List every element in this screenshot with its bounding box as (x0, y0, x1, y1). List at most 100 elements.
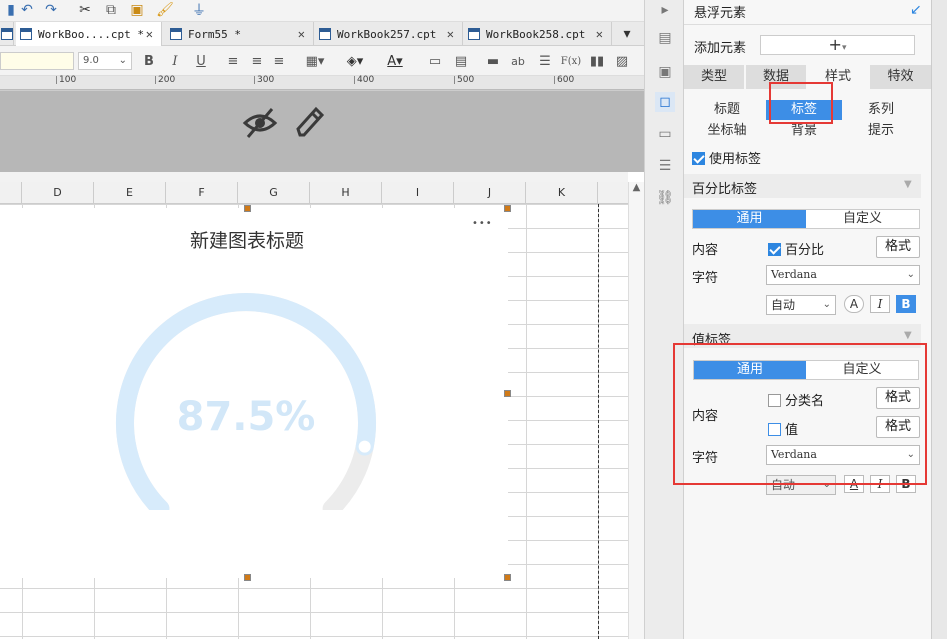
column-header-cell[interactable]: F (166, 182, 238, 204)
split-cells-icon[interactable]: ▤ (452, 52, 470, 70)
paste-icon[interactable]: ▣ (126, 0, 148, 20)
bold-button[interactable]: B (896, 295, 916, 313)
column-header-cell[interactable]: J (454, 182, 526, 204)
gauge-chart[interactable]: 新建图表标题 ••• 87.5% (0, 208, 508, 578)
image-icon[interactable]: ▨ (612, 52, 632, 70)
undo-icon[interactable]: ↶ (16, 0, 38, 20)
column-header-cell[interactable]: G (238, 182, 310, 204)
vertical-scrollbar[interactable]: ▲ (628, 182, 644, 639)
form-header-band (0, 90, 644, 172)
tab-menu-icon[interactable]: ▾ (616, 24, 638, 44)
redo-icon[interactable]: ↷ (40, 0, 62, 20)
percent-section-title: 百分比标签 (692, 182, 758, 197)
formula-button[interactable]: F(x) (560, 52, 582, 70)
right-edge-strip (931, 0, 947, 639)
text-insert-button[interactable]: ab (508, 52, 528, 70)
resize-handle[interactable] (244, 205, 251, 212)
italic-button[interactable]: I (166, 52, 184, 70)
ruler-tick: 600 (554, 76, 574, 85)
tab-overflow[interactable] (0, 22, 14, 46)
border-icon[interactable]: ▦▾ (302, 52, 328, 70)
use-label-checkbox[interactable]: 使用标签 (692, 148, 761, 167)
plus-icon: + (828, 35, 842, 54)
subtab-series[interactable]: 系列 (844, 100, 918, 120)
column-header-cell[interactable]: D (22, 182, 94, 204)
percent-checkbox[interactable]: 百分比 (768, 239, 824, 258)
subtab-axis[interactable]: 坐标轴 (690, 121, 764, 141)
resize-handle[interactable] (504, 205, 511, 212)
subtab-background[interactable]: 背景 (766, 121, 842, 141)
font-select[interactable]: Verdana ⌄ (766, 265, 920, 285)
content-label: 内容 (692, 243, 719, 258)
close-icon[interactable]: ✕ (146, 27, 153, 41)
collapse-icon[interactable]: ▼ (904, 179, 912, 190)
workbook-icon (20, 28, 32, 40)
column-header-cell[interactable]: E (94, 182, 166, 204)
tab-workbook-active[interactable]: WorkBoo....cpt * ✕ (16, 22, 162, 46)
format-button[interactable]: 格式 (876, 236, 920, 258)
align-right-icon[interactable]: ≡ (270, 52, 288, 70)
column-header-cell[interactable]: K (526, 182, 598, 204)
link-icon[interactable]: ⛓ (655, 188, 675, 208)
collapse-icon[interactable]: ▼ (904, 330, 912, 341)
chart-more-icon[interactable]: ••• (472, 218, 493, 229)
panel-icon[interactable]: ▭ (655, 124, 675, 144)
fill-color-icon[interactable]: ◈▾ (340, 52, 370, 70)
close-icon[interactable]: ✕ (596, 27, 603, 41)
paragraph-icon[interactable]: ☰ (536, 52, 554, 70)
percent-mode-toggle[interactable]: 通用 自定义 (692, 209, 920, 229)
tab-workbook257[interactable]: WorkBook257.cpt ✕ (315, 22, 463, 46)
font-color-icon[interactable]: A▾ (380, 52, 410, 70)
highlight-box-value-label (673, 343, 927, 485)
italic-button[interactable]: I (870, 295, 890, 313)
list-icon[interactable]: ☰ (655, 156, 675, 176)
collapse-arrow-icon[interactable]: ↙ (910, 2, 922, 18)
font-family-select[interactable] (0, 52, 74, 70)
gauge-value-label: 87.5% (176, 394, 316, 440)
custom-option[interactable]: 自定义 (806, 210, 919, 228)
format-painter-icon[interactable]: 🖌 (154, 0, 176, 20)
tab-workbook258[interactable]: WorkBook258.cpt ✕ (464, 22, 612, 46)
align-center-icon[interactable]: ≡ (248, 52, 266, 70)
tab-form55[interactable]: Form55 * ✕ (166, 22, 314, 46)
plug-icon[interactable]: ⏚ (188, 0, 210, 20)
column-header-cell[interactable]: H (310, 182, 382, 204)
font-size-select[interactable]: 9.0 ⌄ (78, 52, 132, 70)
insert-link-icon[interactable]: ▬ (484, 52, 502, 70)
hide-icon[interactable] (242, 107, 278, 139)
chart-title: 新建图表标题 (189, 230, 304, 252)
chart-icon[interactable]: ▮▮ (588, 52, 606, 70)
align-left-icon[interactable]: ≡ (224, 52, 242, 70)
ruler-tick: 100 (56, 76, 76, 85)
edit-pencil-icon[interactable] (294, 105, 326, 139)
resize-handle[interactable] (504, 390, 511, 397)
tab-effects[interactable]: 特效 (870, 65, 931, 89)
resize-handle[interactable] (504, 574, 511, 581)
font-color-icon[interactable]: A (844, 295, 864, 313)
add-element-button[interactable]: +▾ (760, 35, 915, 55)
subtab-tooltip[interactable]: 提示 (844, 121, 918, 141)
tab-type[interactable]: 类型 (684, 65, 744, 89)
widget-settings-icon[interactable]: ▣ (655, 62, 675, 82)
copy-icon[interactable]: ⧉ (100, 0, 122, 20)
resize-handle[interactable] (244, 574, 251, 581)
layout-icon[interactable]: ▤ (655, 28, 675, 48)
cut-icon[interactable]: ✂ (74, 0, 96, 20)
general-option[interactable]: 通用 (693, 210, 806, 228)
close-icon[interactable]: ✕ (447, 27, 454, 41)
underline-button[interactable]: U (192, 52, 210, 70)
checkbox-checked-icon (692, 152, 705, 165)
column-header-cell[interactable]: I (382, 182, 454, 204)
expand-arrow-icon[interactable]: ▸ (655, 0, 675, 20)
tab-label: WorkBook258.cpt (486, 27, 586, 41)
format-toolbar: 9.0 ⌄ B I U ≡ ≡ ≡ ▦▾ ◈▾ A▾ ▭ ▤ ▬ ab ☰ F(x… (0, 46, 644, 76)
element-style-icon[interactable]: ◻ (655, 92, 675, 112)
bold-button[interactable]: B (140, 52, 158, 70)
percent-section-header[interactable]: 百分比标签 ▼ (684, 174, 921, 198)
merge-cells-icon[interactable]: ▭ (426, 52, 444, 70)
percent-text: 百分比 (785, 243, 825, 258)
subtab-title[interactable]: 标题 (690, 100, 764, 120)
column-header: D E F G H I J K (0, 182, 628, 204)
font-size-select[interactable]: 自动 ⌄ (766, 295, 836, 315)
close-icon[interactable]: ✕ (298, 27, 305, 41)
